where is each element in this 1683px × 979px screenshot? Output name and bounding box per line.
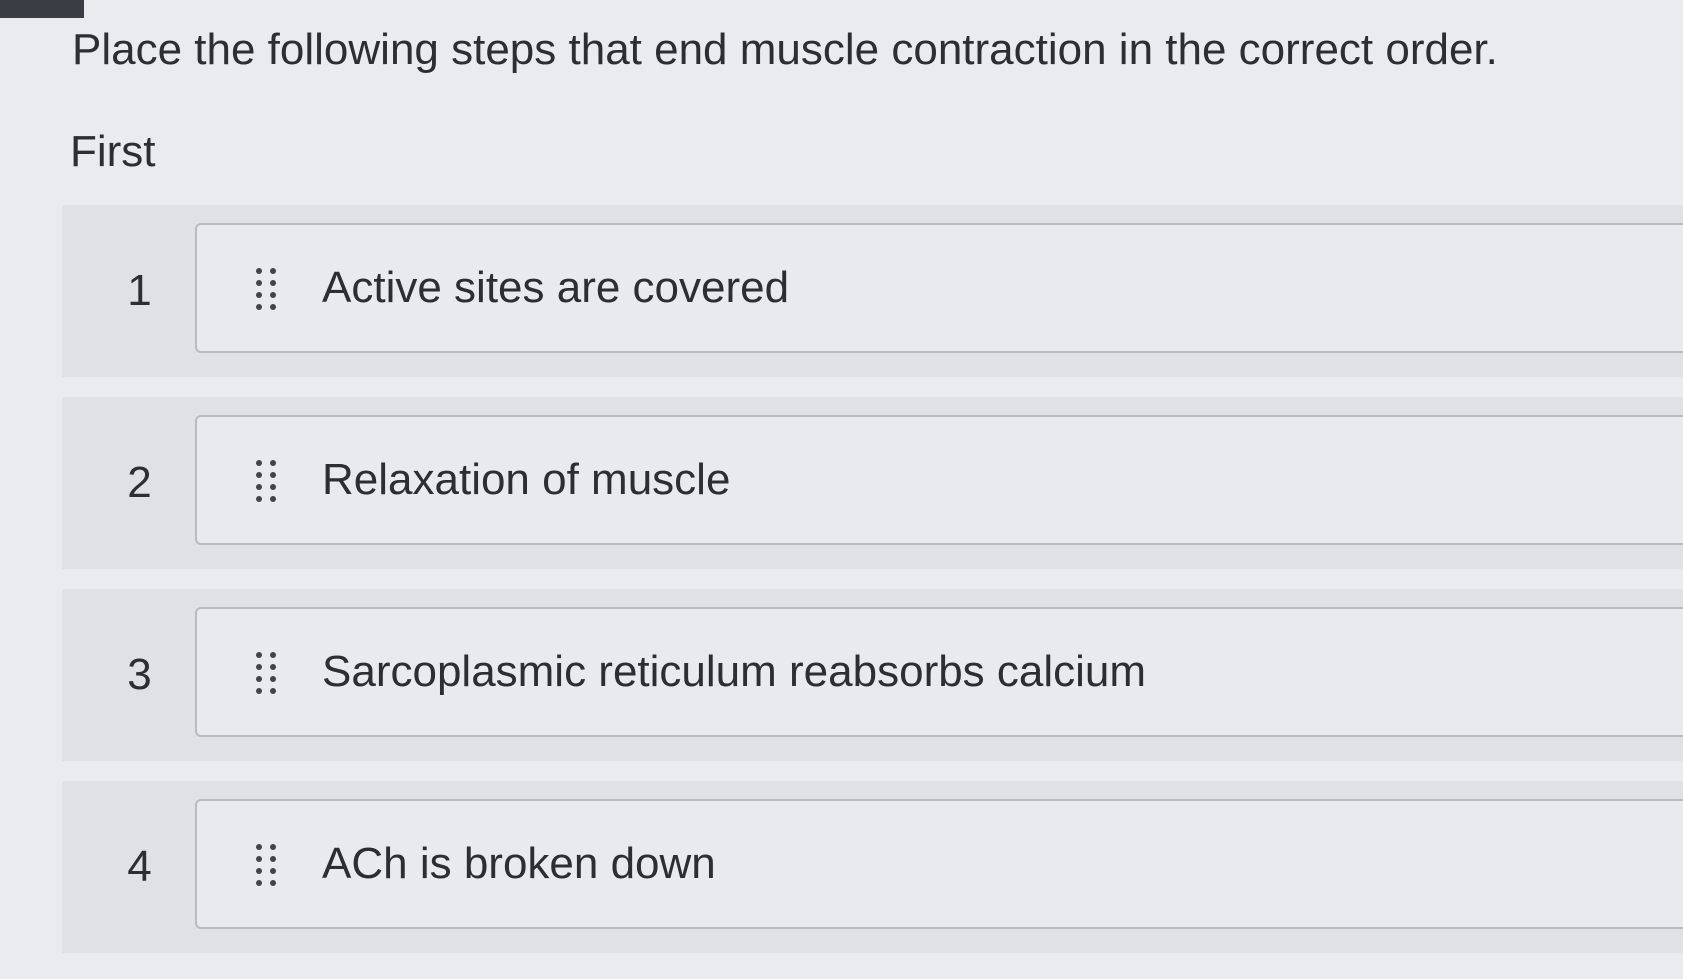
ordering-list: 1 Active sites are covered 2 Relaxation … — [62, 205, 1683, 973]
row-position-number: 3 — [127, 650, 152, 699]
ordering-row: 1 Active sites are covered — [62, 205, 1683, 377]
ordering-row: 4 ACh is broken down — [62, 781, 1683, 953]
order-start-label: First — [70, 127, 156, 176]
draggable-item[interactable]: Active sites are covered — [195, 223, 1683, 353]
draggable-item[interactable]: Sarcoplasmic reticulum reabsorbs calcium — [195, 607, 1683, 737]
question-prompt: Place the following steps that end muscl… — [72, 25, 1498, 74]
row-position-number: 1 — [127, 266, 152, 315]
draggable-item[interactable]: Relaxation of muscle — [195, 415, 1683, 545]
drag-handle-icon[interactable] — [253, 650, 279, 696]
drag-handle-icon[interactable] — [253, 266, 279, 312]
drag-handle-icon[interactable] — [253, 458, 279, 504]
draggable-item[interactable]: ACh is broken down — [195, 799, 1683, 929]
item-label: Sarcoplasmic reticulum reabsorbs calcium — [322, 647, 1147, 696]
item-label: Relaxation of muscle — [322, 455, 731, 504]
row-position-number: 4 — [127, 842, 152, 891]
row-position-number: 2 — [127, 458, 152, 507]
drag-handle-icon[interactable] — [253, 842, 279, 888]
top-left-tab — [0, 0, 84, 18]
item-label: Active sites are covered — [322, 263, 790, 312]
ordering-row: 3 Sarcoplasmic reticulum reabsorbs calci… — [62, 589, 1683, 761]
item-label: ACh is broken down — [322, 839, 716, 888]
ordering-row: 2 Relaxation of muscle — [62, 397, 1683, 569]
